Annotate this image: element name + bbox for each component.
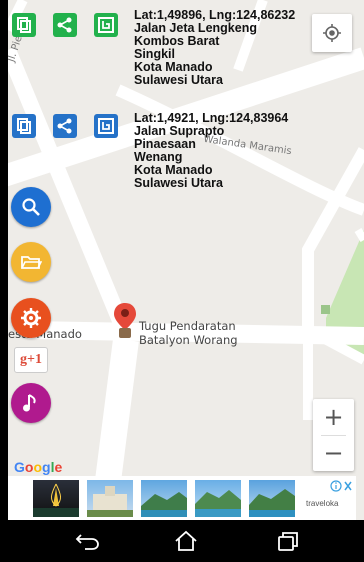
share-button-2[interactable] <box>53 114 77 138</box>
ad-banner[interactable]: traveloka <box>8 476 356 520</box>
home-button[interactable] <box>172 528 200 554</box>
zoom-in-button[interactable]: + <box>313 399 354 435</box>
google-logo-letter: o <box>33 459 43 475</box>
home-icon <box>175 530 197 551</box>
folder-button[interactable] <box>11 242 51 282</box>
location-1-line-5: Sulawesi Utara <box>134 73 223 87</box>
poi-label-line-2: Batalyon Worang <box>139 333 238 347</box>
ad-image-4[interactable] <box>195 480 241 517</box>
share-icon <box>57 17 72 33</box>
ad-image-2[interactable] <box>87 480 133 517</box>
folder-icon <box>21 256 42 269</box>
back-icon <box>75 534 99 550</box>
location-2-line-5: Sulawesi Utara <box>134 176 223 190</box>
google-logo-letter: g <box>42 459 51 475</box>
google-logo-letter: e <box>54 459 63 475</box>
search-icon <box>22 198 40 216</box>
share-button-1[interactable] <box>53 13 77 37</box>
save-button-2[interactable] <box>94 114 118 138</box>
ad-choices[interactable] <box>330 478 354 492</box>
ad-image-1[interactable] <box>33 480 79 517</box>
search-button[interactable] <box>11 187 51 227</box>
close-icon <box>344 481 352 491</box>
poi-label-line-1: Tugu Pendaratan <box>139 319 236 333</box>
location-1-text: Lat:1,49896, Lng:124,86232 Jalan Jeta Le… <box>134 9 295 87</box>
crosshair-icon <box>323 24 341 42</box>
map-view[interactable]: Jl. Pierre Walanda Maramis esta Manado L… <box>8 0 364 520</box>
save-icon <box>98 118 114 134</box>
recent-apps-button[interactable] <box>274 528 302 554</box>
copy-icon <box>17 118 31 134</box>
music-button[interactable] <box>11 383 51 423</box>
recent-apps-icon <box>278 532 298 551</box>
location-2-text: Lat:1,4921, Lng:124,83964 Jalan Suprapto… <box>134 112 288 190</box>
google-plus-label: g+1 <box>20 352 42 367</box>
poi-label: Tugu Pendaratan Batalyon Worang <box>139 319 238 347</box>
copy-button-1[interactable] <box>12 13 36 37</box>
music-icon <box>23 394 36 412</box>
copy-button-2[interactable] <box>12 114 36 138</box>
google-logo: Google <box>14 459 62 475</box>
google-logo-letter: G <box>14 459 25 475</box>
my-location-button[interactable] <box>312 14 352 52</box>
settings-button[interactable] <box>11 298 51 338</box>
zoom-out-button[interactable]: − <box>313 435 354 471</box>
zoom-controls: + − <box>313 399 354 471</box>
share-icon <box>57 118 72 134</box>
navigation-bar <box>0 520 364 562</box>
ad-image-3[interactable] <box>141 480 187 517</box>
save-button-1[interactable] <box>94 13 118 37</box>
ad-image-5[interactable] <box>249 480 295 517</box>
map-pin-icon <box>114 303 136 338</box>
poi-marker[interactable] <box>113 302 137 342</box>
back-button[interactable] <box>74 528 102 554</box>
google-plus-button[interactable]: g+1 <box>14 347 48 373</box>
ad-brand: traveloka <box>306 499 339 508</box>
settings-icon <box>21 308 41 328</box>
copy-icon <box>17 17 31 33</box>
save-icon <box>98 17 114 33</box>
